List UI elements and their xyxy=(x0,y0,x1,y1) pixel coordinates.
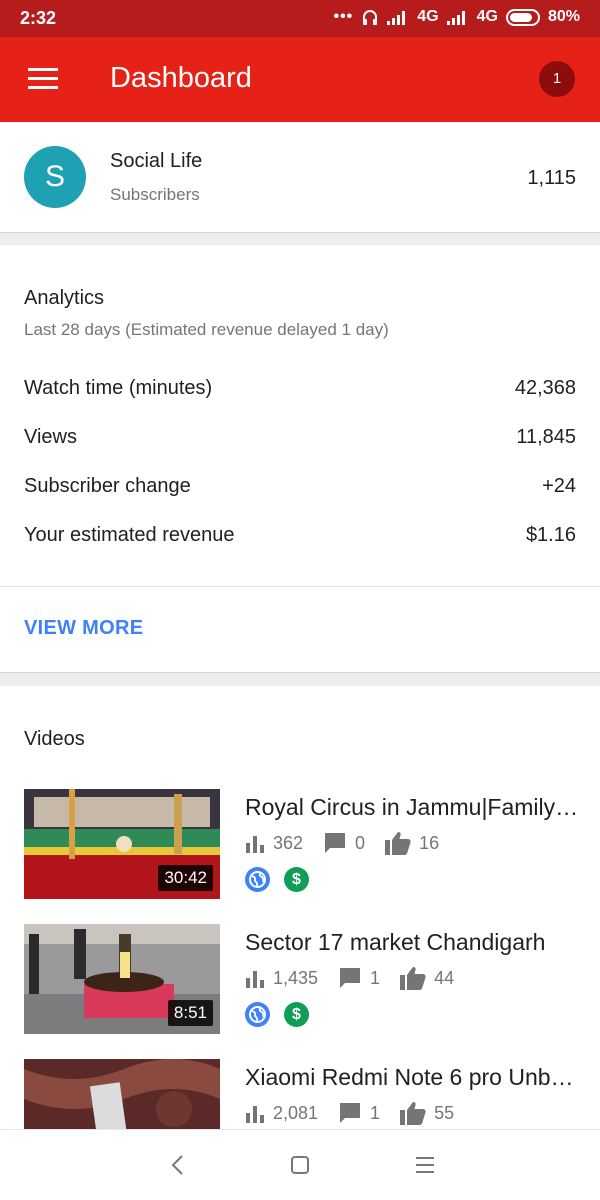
metric-label: Subscriber change xyxy=(24,475,191,497)
video-stats: 1,435 1 44 xyxy=(245,966,474,990)
videos-heading: Videos xyxy=(24,728,85,750)
analytics-note: Last 28 days (Estimated revenue delayed … xyxy=(24,320,389,339)
divider xyxy=(0,586,600,587)
analytics-heading: Analytics xyxy=(24,287,105,309)
signal-icon xyxy=(387,9,409,25)
thumbnail-image xyxy=(24,1059,220,1129)
video-item[interactable]: Xiaomi Redmi Note 6 pro Unboxing 2,081 1… xyxy=(0,1059,600,1129)
metric-label: Your estimated revenue xyxy=(24,524,235,546)
metric-views: Views 11,845 xyxy=(24,426,576,449)
like-count: 16 xyxy=(419,832,440,853)
metric-watch-time: Watch time (minutes) 42,368 xyxy=(24,377,576,400)
metric-label: Watch time (minutes) xyxy=(24,377,213,399)
video-stats: 362 0 16 xyxy=(245,831,459,855)
network-type-2: 4G xyxy=(476,8,498,25)
system-nav-bar xyxy=(0,1129,600,1200)
bar-chart-icon xyxy=(246,1106,264,1123)
video-thumbnail[interactable]: 8:51 xyxy=(24,924,220,1034)
view-more-button[interactable]: VIEW MORE xyxy=(24,617,143,640)
app-bar: Dashboard 1 xyxy=(0,37,600,122)
section-divider xyxy=(0,672,600,686)
comment-count: 0 xyxy=(355,832,366,853)
dollar-icon: $ xyxy=(284,867,309,892)
videos-card: Videos 30:42 Royal Circus in Jammu|Famil… xyxy=(0,686,600,1129)
video-title[interactable]: Royal Circus in Jammu|Family Fun xyxy=(245,794,580,821)
headset-icon xyxy=(363,10,378,25)
thumbs-up-icon xyxy=(400,967,426,990)
recents-icon[interactable] xyxy=(410,1150,440,1180)
metric-value: $1.16 xyxy=(525,524,576,546)
video-badges: $ xyxy=(245,867,309,892)
channel-name: Social Life xyxy=(110,150,203,172)
comment-count: 1 xyxy=(370,1102,381,1123)
back-icon[interactable] xyxy=(163,1150,193,1180)
video-duration: 30:42 xyxy=(158,865,213,891)
like-count: 55 xyxy=(434,1102,455,1123)
section-divider xyxy=(0,232,600,245)
video-item[interactable]: 30:42 Royal Circus in Jammu|Family Fun 3… xyxy=(0,789,600,901)
subscriber-count: 1,115 xyxy=(527,167,576,189)
video-thumbnail[interactable]: 30:42 xyxy=(24,789,220,899)
more-notifications-icon: ••• xyxy=(333,8,354,25)
notification-badge[interactable]: 1 xyxy=(539,61,575,97)
view-count: 2,081 xyxy=(273,1102,319,1123)
network-type-1: 4G xyxy=(417,8,439,25)
status-time: 2:32 xyxy=(20,8,57,28)
like-count: 44 xyxy=(434,967,455,988)
signal-icon-2 xyxy=(446,9,469,25)
thumbs-up-icon xyxy=(400,1102,426,1125)
globe-icon xyxy=(245,867,270,892)
avatar: S xyxy=(24,146,86,208)
video-title[interactable]: Xiaomi Redmi Note 6 pro Unboxing xyxy=(245,1064,580,1091)
battery-level: 80% xyxy=(547,8,580,25)
video-item[interactable]: 8:51 Sector 17 market Chandigarh 1,435 1… xyxy=(0,924,600,1036)
metric-subscriber-change: Subscriber change +24 xyxy=(24,475,576,498)
battery-icon xyxy=(505,8,540,26)
video-thumbnail[interactable] xyxy=(24,1059,220,1129)
metric-value: 42,368 xyxy=(514,377,576,399)
thumbs-up-icon xyxy=(385,832,411,855)
comment-icon xyxy=(325,833,346,853)
metric-value: +24 xyxy=(542,475,576,497)
video-stats: 2,081 1 55 xyxy=(245,1101,474,1125)
comment-count: 1 xyxy=(370,967,381,988)
bar-chart-icon xyxy=(246,971,264,988)
comment-icon xyxy=(340,1103,361,1123)
metric-value: 11,845 xyxy=(516,426,576,448)
home-icon[interactable] xyxy=(285,1150,315,1180)
page-title: Dashboard xyxy=(110,62,252,94)
video-duration: 8:51 xyxy=(167,1000,213,1026)
status-icons: ••• 4G 4G 80% xyxy=(333,8,580,26)
dollar-icon: $ xyxy=(284,1002,309,1027)
globe-icon xyxy=(245,1002,270,1027)
subscribers-label: Subscribers xyxy=(110,185,200,204)
metric-label: Views xyxy=(24,426,77,448)
bar-chart-icon xyxy=(246,836,264,853)
video-badges: $ xyxy=(245,1002,309,1027)
status-bar: 2:32 ••• 4G 4G 80% xyxy=(0,0,600,37)
analytics-card: Analytics Last 28 days (Estimated revenu… xyxy=(0,245,600,672)
view-count: 362 xyxy=(273,832,304,853)
view-count: 1,435 xyxy=(273,967,319,988)
comment-icon xyxy=(340,968,361,988)
hamburger-icon[interactable] xyxy=(28,68,58,90)
video-title[interactable]: Sector 17 market Chandigarh xyxy=(245,929,580,956)
channel-card[interactable]: S Social Life Subscribers 1,115 xyxy=(0,122,600,232)
metric-revenue: Your estimated revenue $1.16 xyxy=(24,524,576,547)
